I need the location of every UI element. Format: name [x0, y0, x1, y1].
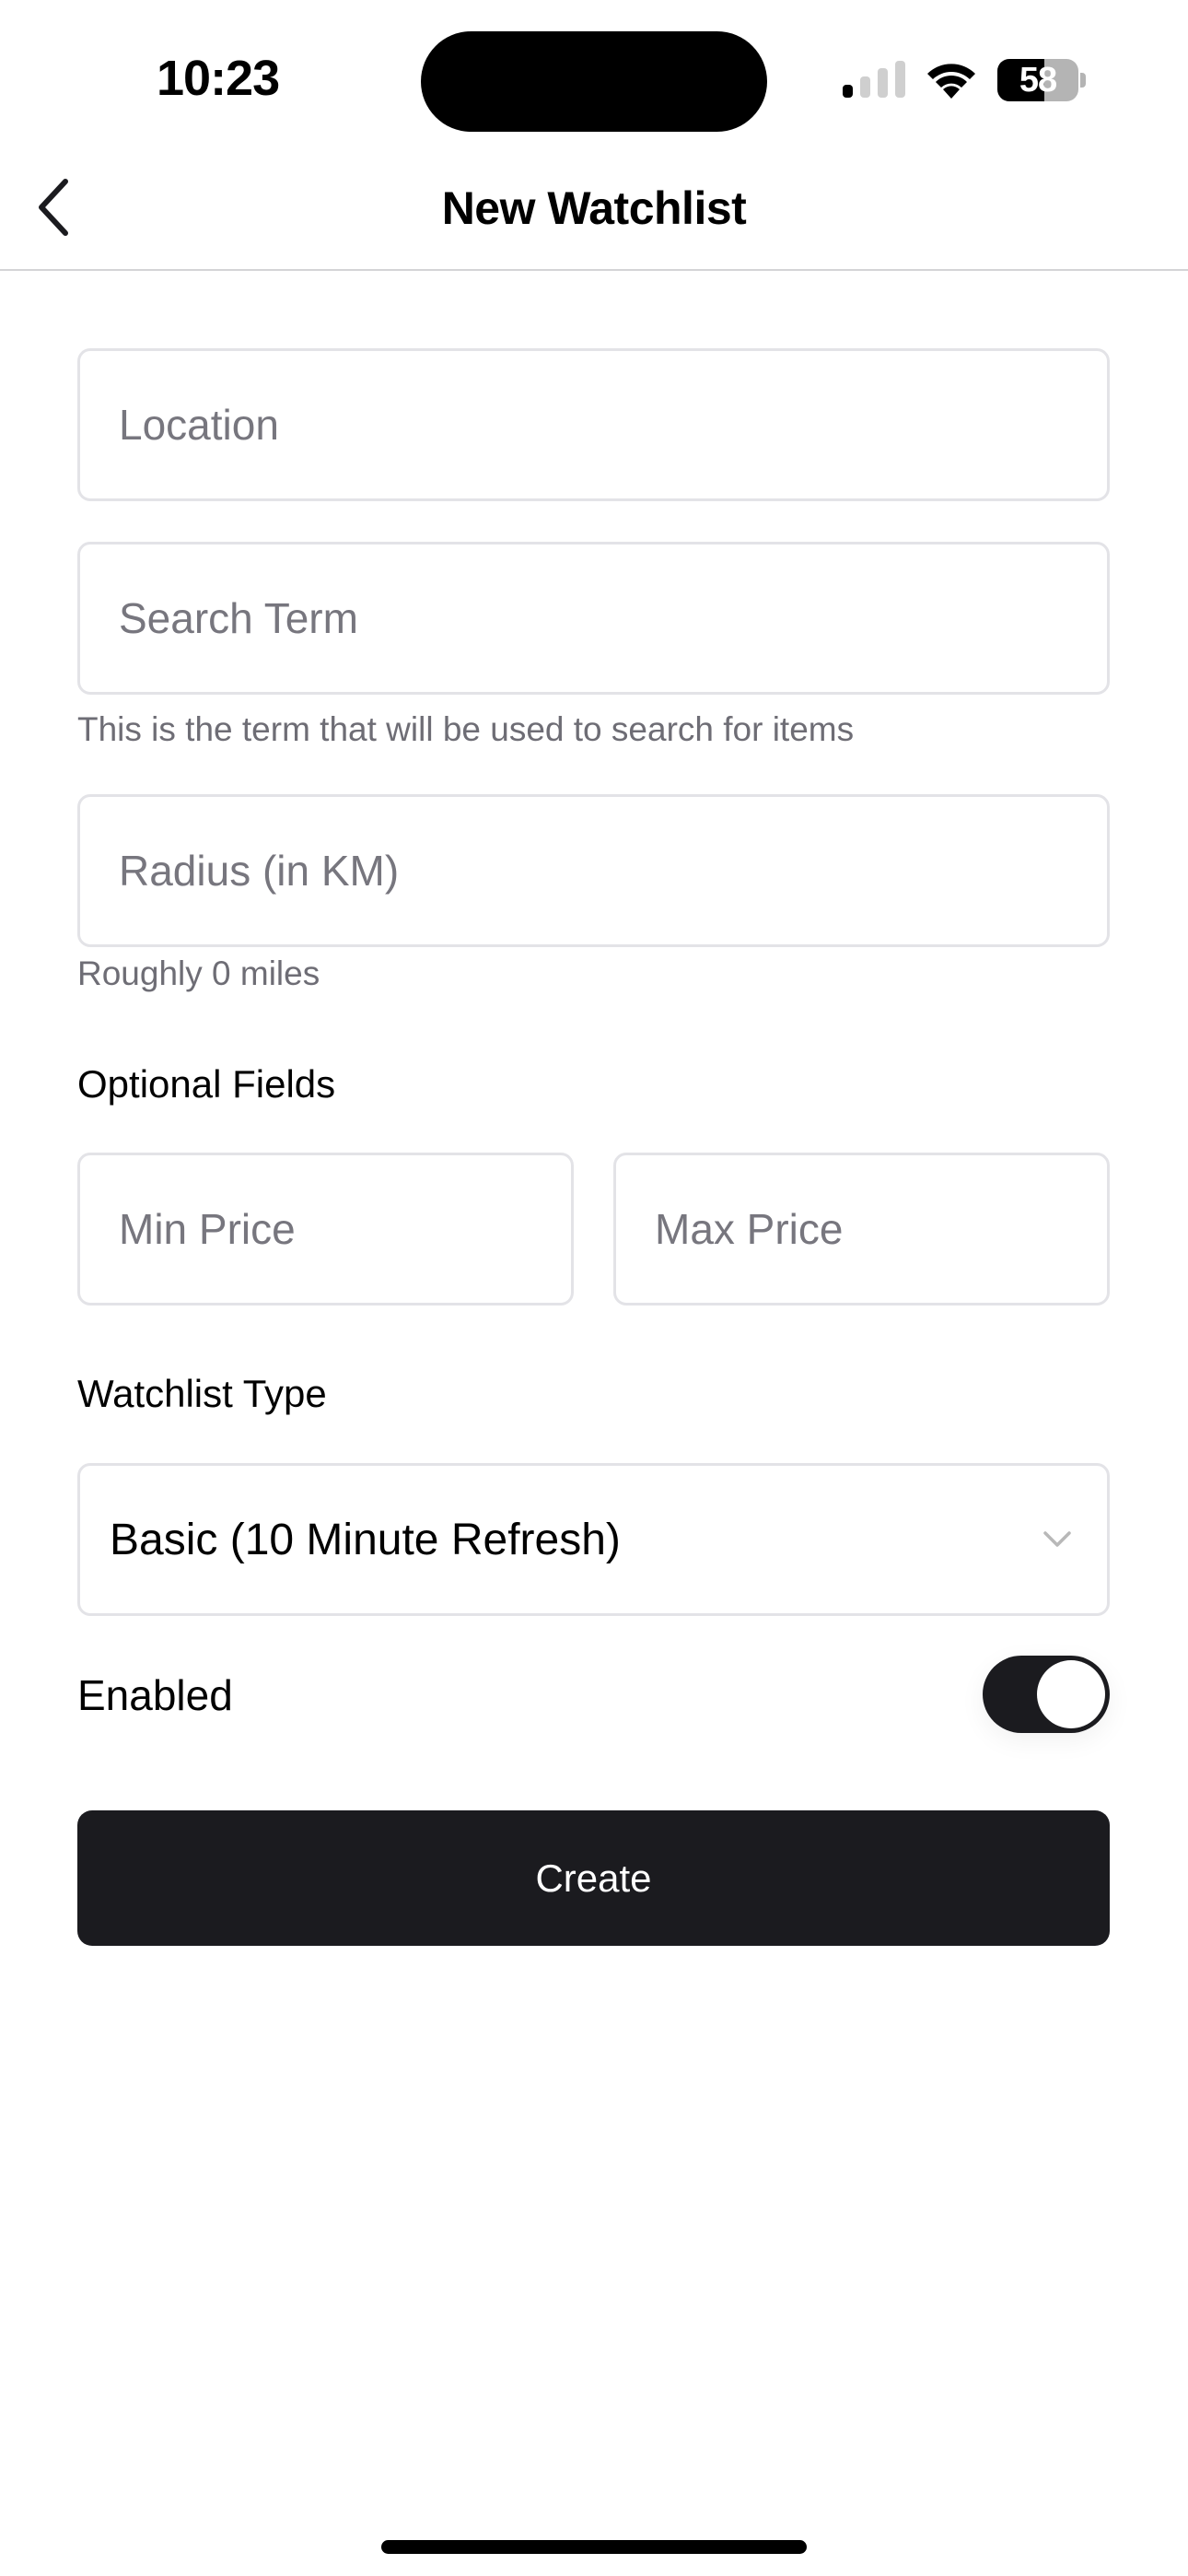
signal-bar	[860, 76, 870, 98]
watchlist-type-select[interactable]: Basic (10 Minute Refresh)	[77, 1463, 1110, 1616]
page-title: New Watchlist	[441, 182, 747, 234]
signal-bar	[895, 61, 905, 98]
max-price-field[interactable]	[613, 1153, 1110, 1306]
nav-divider	[0, 269, 1188, 271]
toggle-knob	[1037, 1660, 1105, 1728]
signal-bar	[843, 85, 853, 98]
signal-bar	[878, 68, 888, 98]
max-price-input[interactable]	[655, 1204, 1107, 1254]
dynamic-island	[421, 31, 767, 132]
search-term-helper: This is the term that will be used to se…	[77, 710, 855, 748]
home-indicator	[381, 2540, 807, 2554]
cellular-signal-icon	[843, 61, 905, 98]
optional-fields-label: Optional Fields	[77, 1062, 336, 1106]
search-term-field[interactable]	[77, 542, 1110, 695]
wifi-icon	[924, 58, 979, 100]
chevron-down-icon	[1043, 1531, 1071, 1547]
location-field[interactable]	[77, 348, 1110, 501]
battery-tip	[1080, 73, 1086, 88]
radius-field[interactable]	[77, 794, 1110, 947]
watchlist-type-value: Basic (10 Minute Refresh)	[110, 1515, 621, 1564]
min-price-input[interactable]	[119, 1204, 571, 1254]
battery-icon: 58	[997, 59, 1078, 101]
status-time: 10:23	[157, 51, 280, 106]
battery-percent: 58	[1019, 60, 1057, 100]
search-term-input[interactable]	[119, 593, 1107, 643]
enabled-toggle[interactable]	[983, 1656, 1110, 1733]
location-input[interactable]	[119, 400, 1107, 450]
enabled-label: Enabled	[77, 1671, 233, 1719]
create-button[interactable]: Create	[77, 1810, 1110, 1946]
radius-helper: Roughly 0 miles	[77, 954, 320, 992]
radius-input[interactable]	[119, 846, 1107, 896]
watchlist-type-label: Watchlist Type	[77, 1372, 327, 1415]
min-price-field[interactable]	[77, 1153, 574, 1306]
